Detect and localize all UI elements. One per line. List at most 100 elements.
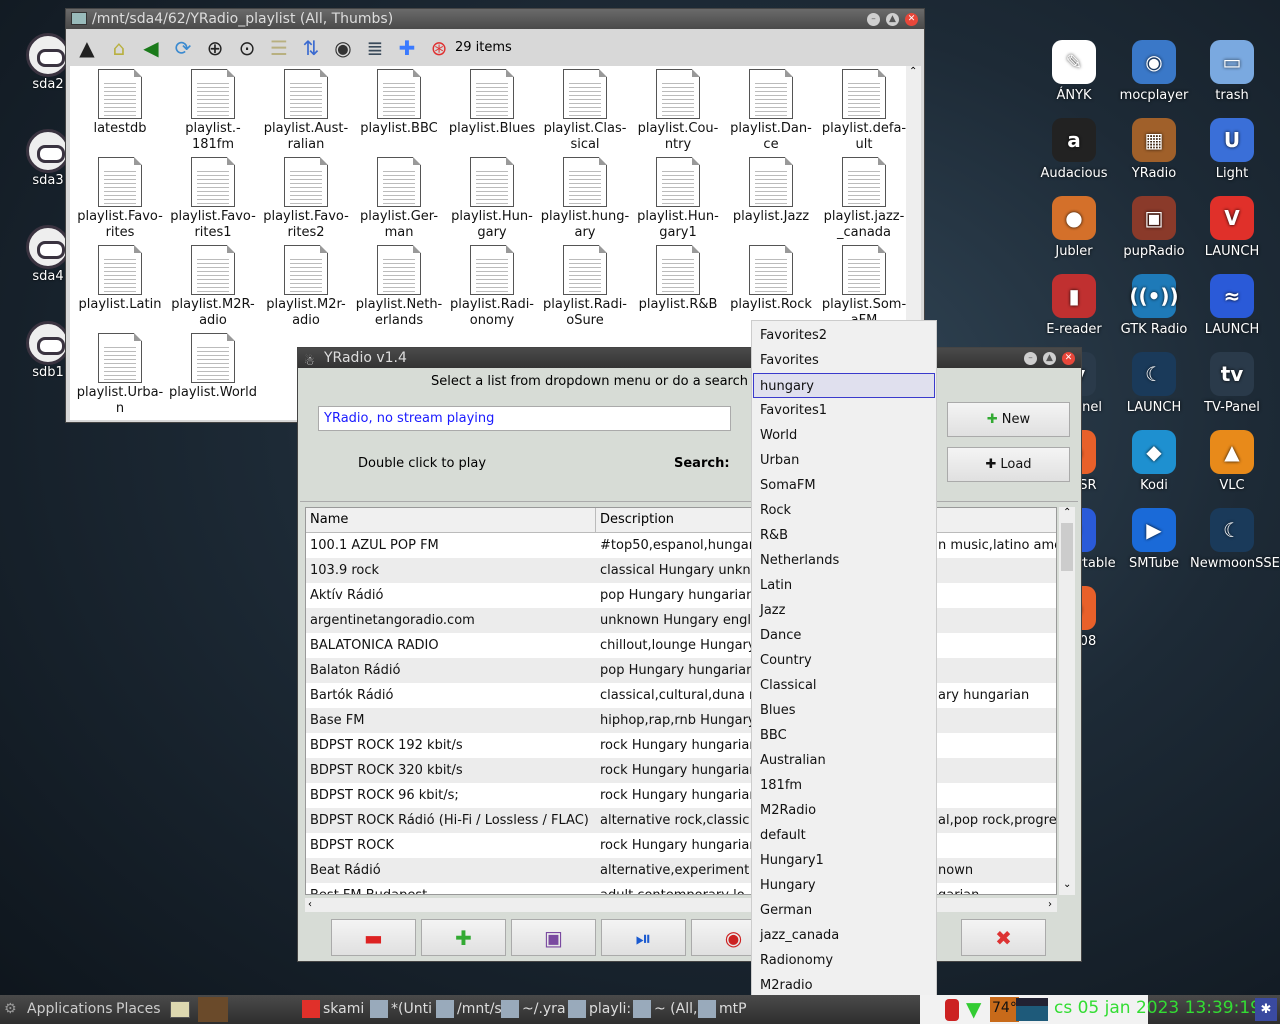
table-horizontal-scrollbar[interactable]: ‹ › <box>305 898 1057 912</box>
zoom-in-icon[interactable]: ⊕ <box>203 36 227 60</box>
scroll-thumb[interactable] <box>1061 523 1073 571</box>
file-item[interactable]: playlist.Som- aFM <box>818 245 906 329</box>
file-item[interactable]: playlist.Hun- gary1 <box>632 157 724 241</box>
dropdown-item[interactable]: M2Radio <box>752 798 936 823</box>
table-row[interactable]: BDPST ROCK 320 kbit/s rock Hungary hungar… <box>306 758 1056 783</box>
dropdown-item[interactable]: Dance <box>752 623 936 648</box>
clock[interactable]: cs 05 jan 2023 13:39:19 <box>1054 998 1261 1018</box>
dropdown-item[interactable]: Latin <box>752 573 936 598</box>
remove-button[interactable]: ▬ <box>331 919 416 956</box>
dropdown-item[interactable]: Favorites1 <box>752 398 936 423</box>
table-row[interactable]: BALATONICA RADIO chillout,lounge Hungary <box>306 633 1056 658</box>
help-icon[interactable]: ⊛ <box>427 36 451 60</box>
desktop-icon-jubler[interactable]: ● Jubler <box>1032 196 1116 259</box>
dropdown-item[interactable]: Classical <box>752 673 936 698</box>
file-item[interactable]: playlist.Urba- n <box>74 333 166 417</box>
battery-icon[interactable] <box>945 999 959 1021</box>
desktop-icon-mocplayer[interactable]: ◉ mocplayer <box>1112 40 1196 103</box>
dropdown-item[interactable]: Netherlands <box>752 548 936 573</box>
status-field[interactable]: YRadio, no stream playing <box>318 406 731 431</box>
desktop-icon-audacious[interactable]: a Audacious <box>1032 118 1116 181</box>
back-icon[interactable]: ◀ <box>139 36 163 60</box>
dropdown-item[interactable]: Australian <box>752 748 936 773</box>
dropdown-item[interactable]: Blues <box>752 698 936 723</box>
maximize-button[interactable]: ▲ <box>1043 352 1056 365</box>
file-item[interactable]: playlist.Neth- erlands <box>353 245 445 329</box>
desktop-icon-kodi[interactable]: ◆ Kodi <box>1112 430 1196 493</box>
dropdown-item[interactable]: Radionomy <box>752 948 936 973</box>
file-item[interactable]: playlist.Jazz <box>725 157 817 225</box>
scroll-up-icon[interactable]: ⌃ <box>1063 507 1071 518</box>
file-item[interactable]: playlist.Hun- gary <box>446 157 538 241</box>
desktop-icon-tv-panel[interactable]: tv TV-Panel <box>1190 352 1274 415</box>
dropdown-item[interactable]: Hungary <box>752 873 936 898</box>
table-row[interactable]: BDPST ROCK 192 kbit/s rock Hungary hungar… <box>306 733 1056 758</box>
table-row[interactable]: BDPST ROCK 96 kbit/s; rock Hungary hungar… <box>306 783 1056 808</box>
show-desktop-icon[interactable] <box>170 1001 190 1018</box>
table-row[interactable]: Aktív Rádió pop Hungary hungarian <box>306 583 1056 608</box>
new-button[interactable]: ✚ New <box>947 402 1070 437</box>
file-item[interactable]: playlist.Cou- ntry <box>632 69 724 153</box>
file-item[interactable]: playlist.World <box>167 333 259 401</box>
yradio-titlebar[interactable]: ☃ YRadio v1.4 – ▲ ✕ <box>298 348 1081 368</box>
taskbar-task[interactable]: ~/.yra <box>501 995 566 1024</box>
desktop-icon--nyk[interactable]: ✎ ÁNYK <box>1032 40 1116 103</box>
table-row[interactable]: 100.1 AZUL POP FM #top50,espanol,hungar n … <box>306 533 1056 558</box>
file-item[interactable]: playlist.BBC <box>353 69 445 137</box>
table-row[interactable]: Best FM Budapest adult contemporary,lo gar… <box>306 883 1056 894</box>
table-row[interactable]: 103.9 rock classical Hungary unkn <box>306 558 1056 583</box>
dropdown-item[interactable]: SomaFM <box>752 473 936 498</box>
desktop-icon-light[interactable]: U Light <box>1190 118 1274 181</box>
applications-menu[interactable]: Applications <box>27 995 113 1024</box>
add-file-button[interactable]: ✚ <box>421 919 506 956</box>
taskbar-task[interactable]: skami <box>302 995 364 1024</box>
file-item[interactable]: playlist.Blues <box>446 69 538 137</box>
taskbar-task[interactable]: playli: <box>568 995 631 1024</box>
taskbar-task[interactable]: ~ (All, <box>633 995 697 1024</box>
file-item[interactable]: playlist.Latin <box>74 245 166 313</box>
eye-icon[interactable]: ◉ <box>331 36 355 60</box>
file-item[interactable]: playlist.R&B <box>632 245 724 313</box>
close-button[interactable]: ✖ <box>961 919 1046 956</box>
dropdown-item[interactable]: Favorites2 <box>752 323 936 348</box>
table-row[interactable]: Balaton Rádió pop Hungary hungarian <box>306 658 1056 683</box>
file-item[interactable]: playlist.M2r- adio <box>260 245 352 329</box>
dropdown-item[interactable]: Rock <box>752 498 936 523</box>
file-item[interactable]: playlist.Radi- oSure <box>539 245 631 329</box>
close-button[interactable]: ✕ <box>905 13 918 26</box>
file-item[interactable]: playlist.Dan- ce <box>725 69 817 153</box>
add-icon[interactable]: ✚ <box>395 36 419 60</box>
dropdown-item[interactable]: hungary <box>753 373 935 398</box>
file-item[interactable]: latestdb <box>74 69 166 137</box>
file-item[interactable]: playlist.Favo- rites1 <box>167 157 259 241</box>
workspace-switcher[interactable] <box>198 997 228 1022</box>
taskbar-task[interactable]: mtP <box>698 995 747 1024</box>
maximize-button[interactable]: ▲ <box>886 13 899 26</box>
desktop-icon-trash[interactable]: ▭ trash <box>1190 40 1274 103</box>
file-item[interactable]: playlist.Ger- man <box>353 157 445 241</box>
dropdown-item[interactable]: World <box>752 423 936 448</box>
column-header-description[interactable]: Description <box>600 508 674 532</box>
dropdown-item[interactable]: R&B <box>752 523 936 548</box>
dropdown-item[interactable]: Hungary1 <box>752 848 936 873</box>
desktop-icon-e-reader[interactable]: ▮ E-reader <box>1032 274 1116 337</box>
dropdown-item[interactable]: jazz_canada <box>752 923 936 948</box>
home-icon[interactable]: ⌂ <box>107 36 131 60</box>
save-button[interactable]: ▣ <box>511 919 596 956</box>
dropdown-item[interactable]: Country <box>752 648 936 673</box>
details-icon[interactable]: ≣ <box>363 36 387 60</box>
load-button[interactable]: ✚ Load <box>947 447 1070 482</box>
desktop-icon-vlc[interactable]: ▲ VLC <box>1190 430 1274 493</box>
desktop-icon-gtk-radio[interactable]: ((•)) GTK Radio <box>1112 274 1196 337</box>
dropdown-item[interactable]: BBC <box>752 723 936 748</box>
taskbar-task[interactable]: *(Unti <box>370 995 432 1024</box>
table-row[interactable]: Beat Rádió alternative,experiment nown <box>306 858 1056 883</box>
file-item[interactable]: playlist.Aust- ralian <box>260 69 352 153</box>
desktop-icon-yradio[interactable]: ▦ YRadio <box>1112 118 1196 181</box>
menu-icon[interactable]: ✱ <box>1255 998 1277 1021</box>
file-item[interactable]: playlist.Rock <box>725 245 817 313</box>
shield-icon[interactable]: ▼ <box>966 997 981 1021</box>
scroll-down-icon[interactable]: ⌄ <box>1063 879 1071 890</box>
file-item[interactable]: playlist.- 181fm <box>167 69 259 153</box>
file-item[interactable]: playlist.Favo- rites2 <box>260 157 352 241</box>
